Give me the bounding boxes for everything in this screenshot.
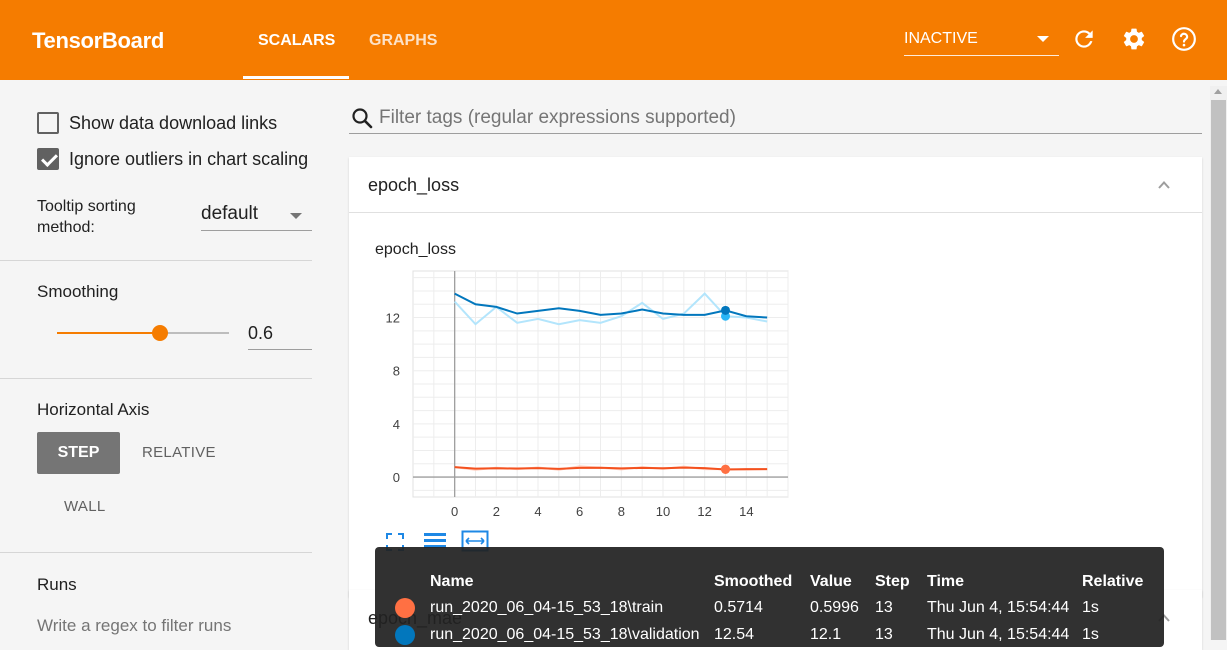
tab-graphs[interactable]: GRAPHS [369, 32, 437, 50]
tab-scalars[interactable]: SCALARS [258, 32, 335, 50]
smoothing-label: Smoothing [37, 282, 119, 301]
vertical-scrollbar[interactable] [1210, 86, 1227, 640]
active-tab-indicator [243, 76, 349, 79]
x-tick-label: 4 [534, 504, 541, 519]
smoothing-slider-fill [57, 332, 161, 334]
tooltip-row-value: 0.5996 [810, 599, 859, 616]
top-app-bar: TensorBoard SCALARS GRAPHS INACTIVE [0, 0, 1227, 80]
tag-filter-placeholder: Filter tags (regular expressions support… [379, 107, 736, 128]
tooltip-row-name: run_2020_06_04-15_53_18\validation [430, 626, 700, 643]
tooltip-header-value: Value [810, 573, 852, 590]
tooltip-header-smoothed: Smoothed [714, 573, 793, 590]
divider [0, 260, 312, 261]
tooltip-row-smoothed: 0.5714 [714, 599, 763, 616]
y-tick-label: 12 [386, 311, 400, 326]
tooltip-sorting-dropdown[interactable]: default [201, 202, 312, 231]
tag-filter-input[interactable]: Filter tags (regular expressions support… [349, 100, 1202, 134]
axis-step-button[interactable]: STEP [37, 432, 120, 474]
tooltip-row-time: Thu Jun 4, 15:54:44 [927, 599, 1070, 616]
x-tick-label: 10 [656, 504, 670, 519]
smoothing-slider-thumb[interactable] [152, 325, 169, 341]
tooltip-header-name: Name [430, 573, 474, 590]
search-icon [352, 108, 373, 129]
horizontal-axis-label: Horizontal Axis [37, 400, 150, 419]
x-tick-label: 6 [576, 504, 583, 519]
tooltip-sorting-value: default [201, 203, 259, 224]
axis-wall-button[interactable]: WALL [64, 498, 106, 515]
y-tick-label: 0 [393, 470, 400, 485]
checkbox-unchecked-icon [37, 112, 59, 134]
line-chart[interactable]: 0 2 4 6 8 10 12 14 0 4 8 12 [349, 257, 809, 557]
runs-label: Runs [37, 575, 77, 594]
sidebar: Show data download links Ignore outliers… [0, 80, 320, 640]
x-tick-label: 2 [493, 504, 500, 519]
x-tick-label: 12 [697, 504, 711, 519]
x-tick-label: 8 [618, 504, 625, 519]
tooltip-row-time: Thu Jun 4, 15:54:44 [927, 626, 1070, 643]
smoothing-slider[interactable] [57, 325, 229, 341]
scalar-card-header[interactable]: epoch_loss [349, 157, 1202, 213]
series-color-swatch [395, 625, 415, 645]
scrollbar-thumb[interactable] [1211, 100, 1226, 640]
divider [0, 378, 312, 379]
status-dropdown[interactable]: INACTIVE [904, 28, 1059, 56]
runs-filter-input[interactable]: Write a regex to filter runs [37, 616, 231, 636]
hover-point [721, 305, 730, 315]
refresh-icon[interactable] [1071, 26, 1097, 52]
tooltip-row-smoothed: 12.54 [714, 626, 755, 643]
smoothed-series-line [454, 292, 768, 319]
chevron-up-icon[interactable] [1158, 179, 1170, 191]
tooltip-sorting-label: Tooltip sorting method: [37, 198, 136, 236]
axis-relative-button[interactable]: RELATIVE [142, 444, 216, 461]
series-color-swatch [395, 598, 415, 618]
tooltip-row-name: run_2020_06_04-15_53_18\train [430, 599, 664, 616]
ignore-outliers-checkbox[interactable]: Ignore outliers in chart scaling [37, 147, 308, 171]
smoothing-value-input[interactable]: 0.6 [248, 320, 312, 350]
x-tick-label: 0 [451, 504, 458, 519]
chart-tooltip: Name Smoothed Value Step Time Relative r… [375, 547, 1164, 647]
scalar-card: epoch_loss epoch_loss 0 2 4 6 8 10 12 14 0 4 8 12 [349, 157, 1202, 597]
y-tick-label: 4 [393, 417, 400, 432]
checkbox-checked-icon [37, 148, 59, 170]
show-download-links-label: Show data download links [69, 112, 278, 133]
ignore-outliers-label: Ignore outliers in chart scaling [69, 148, 309, 169]
x-tick-label: 14 [739, 504, 753, 519]
y-tick-label: 8 [393, 364, 400, 379]
app-title: TensorBoard [32, 28, 164, 53]
settings-gear-icon[interactable] [1121, 26, 1147, 52]
divider [0, 552, 312, 553]
chevron-down-icon [1037, 36, 1049, 42]
tooltip-row-step: 13 [875, 626, 893, 643]
tooltip-row-relative: 1s [1082, 599, 1099, 616]
tooltip-row-step: 13 [875, 599, 893, 616]
tooltip-header-time: Time [927, 573, 965, 590]
tooltip-row-relative: 1s [1082, 626, 1099, 643]
hover-point [721, 464, 730, 474]
chevron-down-icon [290, 213, 302, 219]
show-download-links-checkbox[interactable]: Show data download links [37, 111, 277, 135]
card-title: epoch_loss [368, 175, 460, 195]
tooltip-header-step: Step [875, 573, 910, 590]
scroll-up-arrow-icon[interactable] [1214, 89, 1222, 94]
tooltip-row-value: 12.1 [810, 626, 842, 643]
tooltip-header-relative: Relative [1082, 573, 1144, 590]
help-icon[interactable] [1171, 26, 1197, 52]
status-value: INACTIVE [904, 30, 978, 47]
